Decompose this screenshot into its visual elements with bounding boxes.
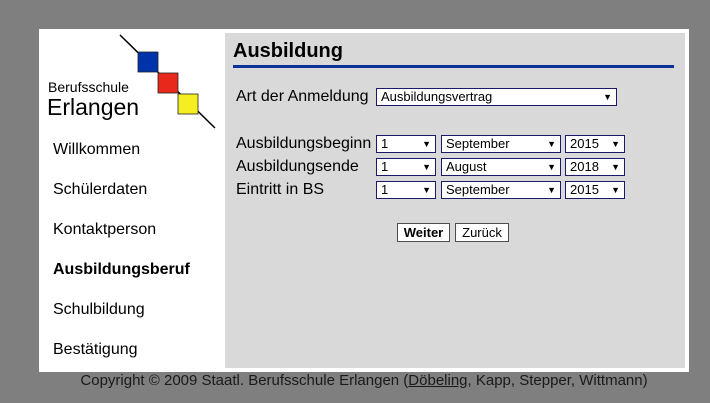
weiter-button[interactable]: Weiter	[397, 223, 450, 242]
sidebar-item-kontaktperson[interactable]: Kontaktperson	[53, 221, 156, 239]
ausbildungsbeginn-label: Ausbildungsbeginn	[236, 135, 372, 152]
chevron-down-icon: ▼	[611, 139, 620, 149]
sidebar-item-schuelerdaten[interactable]: Schülerdaten	[53, 181, 147, 199]
chevron-down-icon: ▼	[547, 185, 556, 195]
sidebar-item-bestaetigung[interactable]: Bestätigung	[53, 341, 138, 359]
ausbildungsende-year-value: 2018	[570, 159, 599, 174]
anmeldung-select-value: Ausbildungsvertrag	[381, 89, 493, 104]
page-frame: Berufsschule Erlangen Willkommen Schüler…	[39, 29, 689, 372]
chevron-down-icon: ▼	[611, 162, 620, 172]
main-content: Ausbildung Art der Anmeldung Ausbildungs…	[225, 33, 685, 368]
chevron-down-icon: ▼	[422, 139, 431, 149]
chevron-down-icon: ▼	[422, 162, 431, 172]
chevron-down-icon: ▼	[547, 162, 556, 172]
zurueck-button[interactable]: Zurück	[455, 223, 509, 242]
anmeldung-label: Art der Anmeldung	[236, 88, 369, 105]
footer-prefix: Copyright © 2009 Staatl. Berufsschule Er…	[80, 372, 409, 389]
eintritt-year-select[interactable]: 2015 ▼	[565, 181, 625, 199]
footer-suffix: , Kapp, Stepper, Wittmann)	[467, 372, 648, 389]
school-logo: Berufsschule Erlangen	[47, 34, 216, 129]
ausbildungsende-day-select[interactable]: 1 ▼	[376, 158, 436, 176]
sidebar-item-ausbildungsberuf[interactable]: Ausbildungsberuf	[53, 261, 190, 279]
ausbildungsbeginn-day-value: 1	[381, 136, 389, 151]
ausbildungsende-year-select[interactable]: 2018 ▼	[565, 158, 625, 176]
ausbildungsende-label: Ausbildungsende	[236, 158, 359, 175]
footer-author-link[interactable]: Döbeling	[408, 372, 467, 389]
ausbildungsbeginn-year-value: 2015	[570, 136, 599, 151]
ausbildungsbeginn-month-value: September	[446, 136, 510, 151]
ausbildungsbeginn-day-select[interactable]: 1 ▼	[376, 135, 436, 153]
chevron-down-icon: ▼	[422, 185, 431, 195]
title-divider	[233, 65, 674, 68]
eintritt-label: Eintritt in BS	[236, 181, 325, 198]
logo-line2: Erlangen	[47, 94, 139, 120]
sidebar-item-willkommen[interactable]: Willkommen	[53, 141, 140, 159]
ausbildungsende-day-value: 1	[381, 159, 389, 174]
eintritt-day-select[interactable]: 1 ▼	[376, 181, 436, 199]
eintritt-year-value: 2015	[570, 182, 599, 197]
ausbildungsbeginn-month-select[interactable]: September ▼	[441, 135, 561, 153]
chevron-down-icon: ▼	[603, 92, 612, 102]
chevron-down-icon: ▼	[547, 139, 556, 149]
anmeldung-select[interactable]: Ausbildungsvertrag ▼	[376, 88, 617, 106]
sidebar-item-schulbildung[interactable]: Schulbildung	[53, 301, 145, 319]
eintritt-month-select[interactable]: September ▼	[441, 181, 561, 199]
page-title: Ausbildung	[233, 40, 343, 62]
sidebar: Berufsschule Erlangen Willkommen Schüler…	[39, 29, 225, 372]
logo-line1: Berufsschule	[48, 79, 129, 95]
eintritt-day-value: 1	[381, 182, 389, 197]
ausbildungsbeginn-year-select[interactable]: 2015 ▼	[565, 135, 625, 153]
eintritt-month-value: September	[446, 182, 510, 197]
ausbildungsende-month-value: August	[446, 159, 487, 174]
chevron-down-icon: ▼	[611, 185, 620, 195]
ausbildungsende-month-select[interactable]: August ▼	[441, 158, 561, 176]
footer-copyright: Copyright © 2009 Staatl. Berufsschule Er…	[0, 372, 710, 389]
